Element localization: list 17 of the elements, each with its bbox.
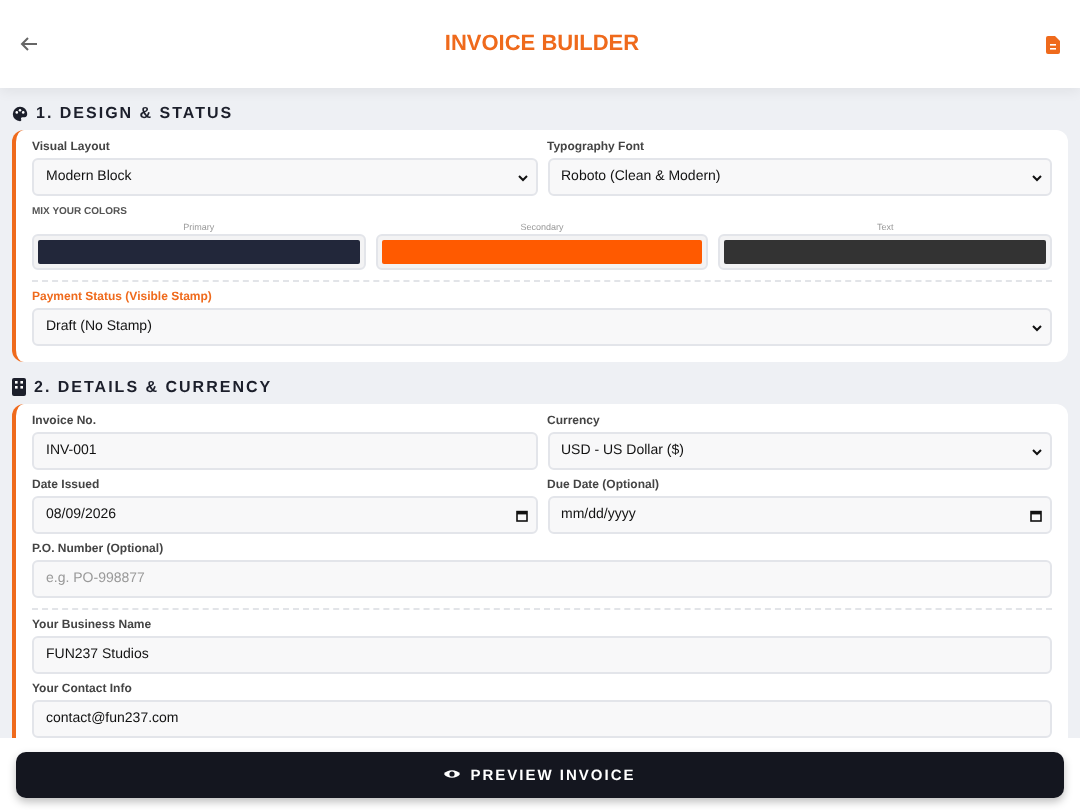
color-picker[interactable]	[375, 234, 709, 270]
page-title: INVOICE BUILDER	[444, 32, 640, 56]
document-icon[interactable]	[1046, 35, 1060, 53]
chevron-down-icon	[1032, 447, 1042, 455]
chevron-down-icon	[1032, 323, 1042, 331]
palette-icon	[12, 105, 28, 121]
chevron-down-icon	[517, 173, 527, 181]
back-arrow-icon[interactable]	[20, 36, 38, 52]
section-title: 2. DETAILS & CURRENCY	[34, 378, 273, 396]
chevron-down-icon	[1032, 173, 1042, 181]
calendar-icon	[515, 509, 527, 521]
color-picker[interactable]	[718, 234, 1053, 270]
eye-icon	[444, 768, 461, 780]
section-title: 1. DESIGN & STATUS	[36, 104, 234, 122]
color-picker[interactable]	[32, 234, 366, 270]
calendar-icon	[1030, 509, 1042, 521]
building-icon	[12, 378, 26, 396]
